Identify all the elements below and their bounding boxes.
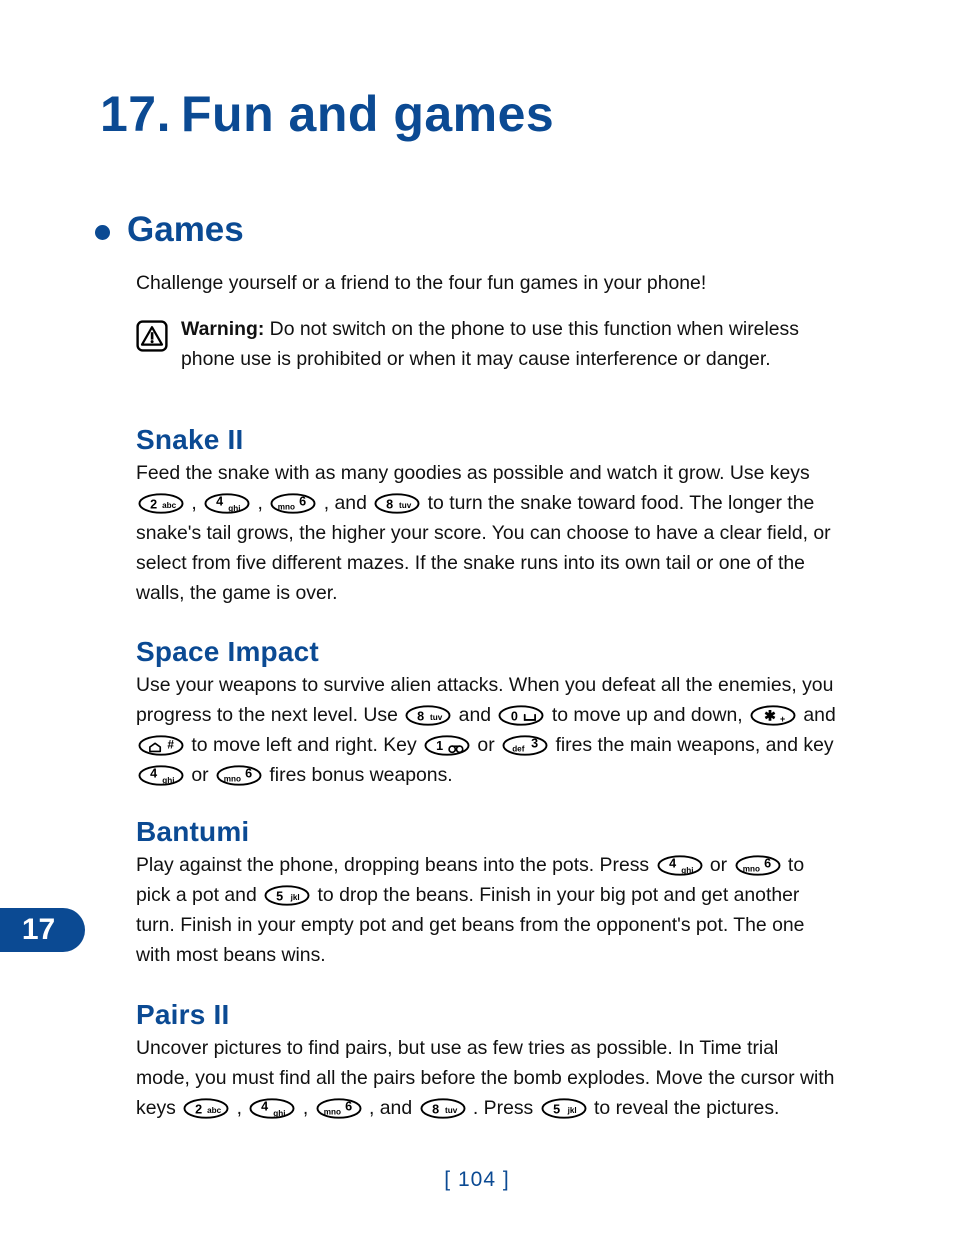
chapter-number: 17.	[100, 86, 172, 142]
key-4-ghi-icon: 4 ghi	[138, 765, 184, 787]
svg-text:abc: abc	[207, 1106, 222, 1115]
game-section: Space Impact Use your weapons to survive …	[136, 637, 836, 790]
svg-text:+: +	[780, 715, 785, 725]
game-description: Feed the snake with as many goodies as p…	[136, 462, 831, 605]
svg-text:mno: mno	[742, 865, 759, 874]
svg-text:jkl: jkl	[290, 893, 300, 902]
warning-triangle-icon	[136, 320, 168, 352]
game-title: Space Impact	[136, 636, 319, 667]
svg-text:ghi: ghi	[162, 776, 174, 785]
svg-text:6: 6	[245, 767, 252, 781]
warning-label: Warning:	[181, 318, 265, 340]
key-2-abc-icon: 2 abc	[183, 1098, 229, 1120]
key-8-tuv-icon: 8 tuv	[405, 705, 451, 727]
section-heading-games: Games	[95, 212, 244, 247]
svg-text:#: #	[167, 738, 174, 752]
key-4-ghi-icon: 4 ghi	[204, 493, 250, 515]
game-title: Bantumi	[136, 816, 250, 847]
bullet-dot-icon	[95, 225, 110, 240]
key-star-plus-icon: ✱ +	[750, 705, 796, 727]
key-1-voicemail-icon: 1	[424, 735, 470, 757]
key-2-abc-icon: 2 abc	[138, 493, 184, 515]
svg-text:abc: abc	[162, 501, 177, 510]
warning-text: Warning: Do not switch on the phone to u…	[181, 314, 836, 374]
svg-text:tuv: tuv	[399, 501, 412, 510]
svg-text:8: 8	[386, 498, 393, 512]
chapter-tab-label: 17	[21, 913, 56, 946]
key-6-mno-icon: mno 6	[735, 855, 781, 877]
svg-text:6: 6	[299, 495, 306, 509]
svg-text:6: 6	[345, 1100, 352, 1114]
svg-text:4: 4	[669, 857, 676, 871]
svg-text:tuv: tuv	[430, 713, 443, 722]
intro-paragraph: Challenge yourself or a friend to the fo…	[136, 272, 707, 294]
svg-text:2: 2	[150, 498, 157, 512]
key-6-mno-icon: mno 6	[216, 765, 262, 787]
svg-text:ghi: ghi	[274, 1109, 286, 1118]
svg-text:1: 1	[436, 739, 443, 753]
key-8-tuv-icon: 8 tuv	[374, 493, 420, 515]
game-title: Snake II	[136, 424, 244, 455]
svg-text:✱: ✱	[764, 708, 776, 724]
svg-text:8: 8	[432, 1103, 439, 1117]
page-footer: [ 104 ]	[0, 1168, 954, 1192]
svg-text:ghi: ghi	[228, 504, 240, 513]
game-section: Pairs II Uncover pictures to find pairs, …	[136, 1000, 836, 1123]
svg-text:6: 6	[764, 857, 771, 871]
svg-text:5: 5	[276, 890, 283, 904]
warning-block: Warning: Do not switch on the phone to u…	[136, 314, 836, 374]
svg-text:jkl: jkl	[566, 1106, 576, 1115]
svg-text:mno: mno	[278, 503, 295, 512]
svg-text:def: def	[512, 745, 525, 754]
chapter-title-text: Fun and games	[181, 86, 555, 142]
svg-text:ghi: ghi	[681, 866, 693, 875]
key-4-ghi-icon: 4 ghi	[249, 1098, 295, 1120]
svg-text:2: 2	[195, 1103, 202, 1117]
key-4-ghi-icon: 4 ghi	[657, 855, 703, 877]
svg-text:3: 3	[531, 737, 538, 751]
svg-text:8: 8	[417, 710, 424, 724]
game-title: Pairs II	[136, 999, 230, 1030]
key-hash-home-icon: #	[138, 735, 184, 757]
svg-text:0: 0	[511, 710, 518, 724]
key-3-def-icon: def 3	[502, 735, 548, 757]
key-5-jkl-icon: 5 jkl	[264, 885, 310, 907]
manual-page: 17. Fun and games Games Challenge yoursel…	[0, 0, 954, 1248]
page-title: 17. Fun and games	[100, 85, 554, 143]
game-section: Snake II Feed the snake with as many good…	[136, 425, 836, 608]
warning-body: Do not switch on the phone to use this f…	[181, 318, 799, 370]
svg-text:mno: mno	[224, 775, 241, 784]
game-section: Bantumi Play against the phone, dropping …	[136, 817, 836, 970]
key-6-mno-icon: mno 6	[316, 1098, 362, 1120]
svg-text:4: 4	[216, 495, 223, 509]
section-intro: Challenge yourself or a friend to the fo…	[136, 268, 836, 298]
key-5-jkl-icon: 5 jkl	[541, 1098, 587, 1120]
key-0-space-icon: 0	[498, 705, 544, 727]
svg-text:mno: mno	[323, 1108, 340, 1117]
game-description: Uncover pictures to find pairs, but use …	[136, 1037, 835, 1120]
game-description: Play against the phone, dropping beans i…	[136, 854, 805, 967]
game-description: Use your weapons to survive alien attack…	[136, 674, 836, 787]
chapter-tab: 17	[0, 908, 85, 952]
key-6-mno-icon: mno 6	[270, 493, 316, 515]
svg-text:4: 4	[150, 767, 157, 781]
section-heading-label: Games	[127, 210, 244, 249]
svg-text:tuv: tuv	[445, 1106, 458, 1115]
key-8-tuv-icon: 8 tuv	[420, 1098, 466, 1120]
svg-text:5: 5	[553, 1103, 560, 1117]
page-number: [ 104 ]	[444, 1168, 510, 1191]
svg-text:4: 4	[262, 1100, 269, 1114]
